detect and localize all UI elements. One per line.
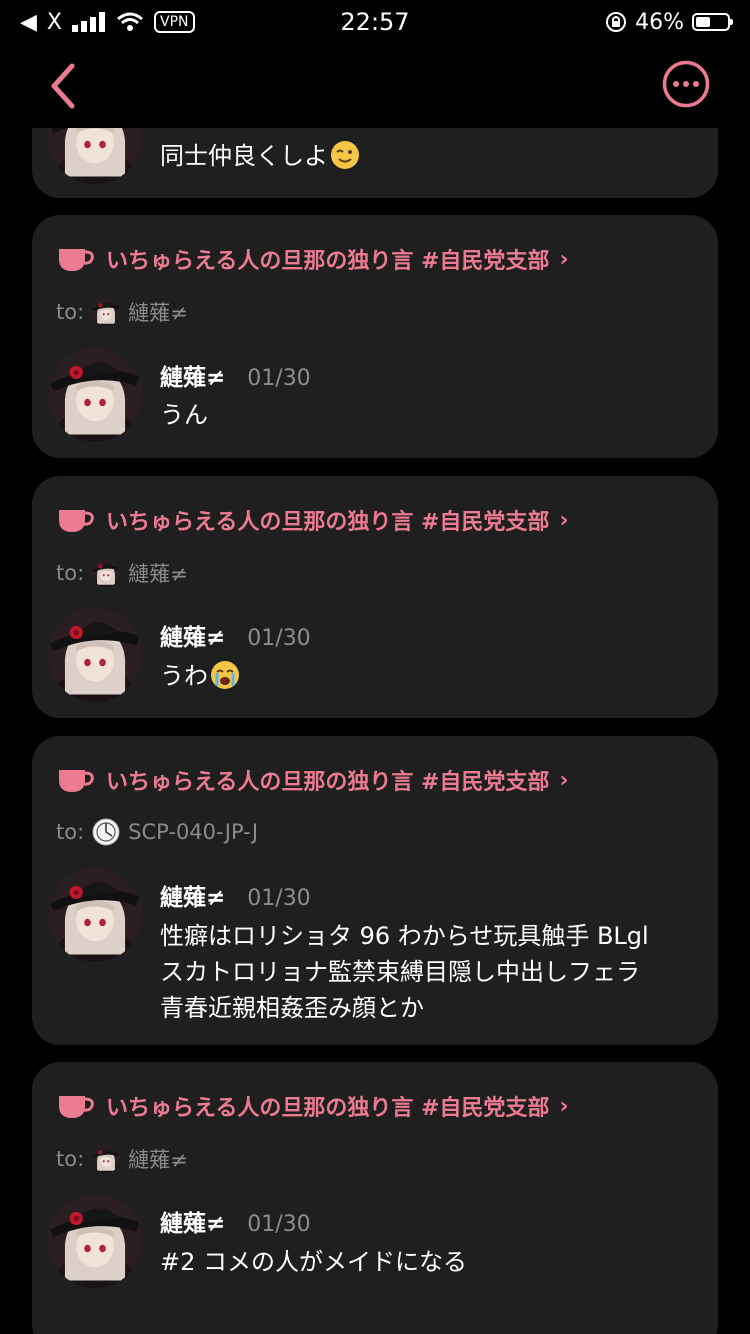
post-card[interactable]: いちゅらえる人の旦那の独り言 #自民党支部 › to: 縺薙≠ 縺薙≠ 01/3… bbox=[32, 215, 718, 458]
battery-icon bbox=[692, 13, 733, 31]
vpn-badge: VPN bbox=[154, 11, 195, 33]
signal-icon bbox=[72, 12, 105, 32]
recipient-row: to: 縺薙≠ bbox=[56, 297, 188, 327]
recipient-avatar bbox=[92, 298, 120, 326]
group-link[interactable]: いちゅらえる人の旦那の独り言 #自民党支部 › bbox=[56, 764, 569, 796]
avatar[interactable] bbox=[48, 348, 142, 442]
author-name[interactable]: 縺薙≠ bbox=[160, 358, 225, 392]
post-message: うわ bbox=[160, 658, 700, 694]
wifi-icon bbox=[117, 12, 143, 31]
avatar[interactable] bbox=[48, 1194, 142, 1288]
post-card[interactable]: いちゅらえる人の旦那の独り言 #自民党支部 › to: SCP-040-JP-J… bbox=[32, 736, 718, 1045]
chevron-right-icon: › bbox=[559, 767, 569, 793]
cup-icon bbox=[59, 510, 94, 532]
author-line: 縺薙≠ 01/30 bbox=[160, 358, 311, 392]
chevron-left-icon[interactable] bbox=[44, 60, 84, 112]
chevron-right-icon: › bbox=[559, 507, 569, 533]
post-message: 同士仲良くしよ bbox=[160, 138, 700, 174]
author-name[interactable]: 縺薙≠ bbox=[160, 878, 225, 912]
group-link[interactable]: いちゅらえる人の旦那の独り言 #自民党支部 › bbox=[56, 243, 569, 275]
author-name[interactable]: 縺薙≠ bbox=[160, 1204, 225, 1238]
recipient-row: to: SCP-040-JP-J bbox=[56, 818, 259, 846]
more-horizontal-icon[interactable] bbox=[662, 60, 710, 108]
avatar[interactable] bbox=[48, 868, 142, 962]
author-line: 縺薙≠ 01/30 bbox=[160, 618, 311, 652]
chevron-right-icon: › bbox=[559, 246, 569, 272]
group-link[interactable]: いちゅらえる人の旦那の独り言 #自民党支部 › bbox=[56, 1090, 569, 1122]
post-feed[interactable]: 同士仲良くしよ いちゅらえる人の旦那の独り言 #自民党支部 › to: 縺薙≠ … bbox=[0, 128, 750, 1334]
battery-level bbox=[696, 17, 710, 27]
group-link[interactable]: いちゅらえる人の旦那の独り言 #自民党支部 › bbox=[56, 504, 569, 536]
scp-avatar bbox=[92, 818, 120, 846]
post-date: 01/30 bbox=[247, 626, 311, 651]
post-date: 01/30 bbox=[247, 366, 311, 391]
battery-percent: 46% bbox=[635, 9, 684, 35]
recipient-avatar bbox=[92, 559, 120, 587]
wink-emoji-icon bbox=[331, 141, 359, 169]
rotation-lock-icon bbox=[606, 12, 627, 32]
author-name[interactable]: 縺薙≠ bbox=[160, 618, 225, 652]
post-date: 01/30 bbox=[247, 886, 311, 911]
recipient-avatar bbox=[92, 1145, 120, 1173]
author-line: 縺薙≠ 01/30 bbox=[160, 1204, 311, 1238]
cup-icon bbox=[59, 249, 94, 271]
crying-emoji-icon bbox=[211, 661, 239, 689]
status-bar: ◀ X VPN 22:57 46% bbox=[0, 0, 750, 44]
avatar[interactable] bbox=[48, 608, 142, 702]
back-to-app-icon[interactable]: ◀ bbox=[20, 10, 37, 35]
post-card[interactable]: 同士仲良くしよ bbox=[32, 128, 718, 198]
post-card[interactable]: いちゅらえる人の旦那の独り言 #自民党支部 › to: 縺薙≠ 縺薙≠ 01/3… bbox=[32, 476, 718, 718]
recipient-row: to: 縺薙≠ bbox=[56, 1144, 188, 1174]
post-message: 性癖はロリショタ 96 わからせ玩具触手 BLgl スカトロリョナ監禁束縛目隠し… bbox=[160, 922, 649, 1022]
cup-icon bbox=[59, 770, 94, 792]
cup-icon bbox=[59, 1096, 94, 1118]
avatar[interactable] bbox=[48, 128, 142, 184]
post-message: うん bbox=[160, 401, 208, 429]
post-message: #2 コメの人がメイドになる bbox=[160, 1248, 468, 1276]
nav-bar bbox=[0, 44, 750, 128]
post-date: 01/30 bbox=[247, 1212, 311, 1237]
chevron-right-icon: › bbox=[559, 1093, 569, 1119]
carrier-name: X bbox=[46, 9, 62, 35]
recipient-row: to: 縺薙≠ bbox=[56, 558, 188, 588]
post-card[interactable]: いちゅらえる人の旦那の独り言 #自民党支部 › to: 縺薙≠ 縺薙≠ 01/3… bbox=[32, 1062, 718, 1334]
author-line: 縺薙≠ 01/30 bbox=[160, 878, 311, 912]
